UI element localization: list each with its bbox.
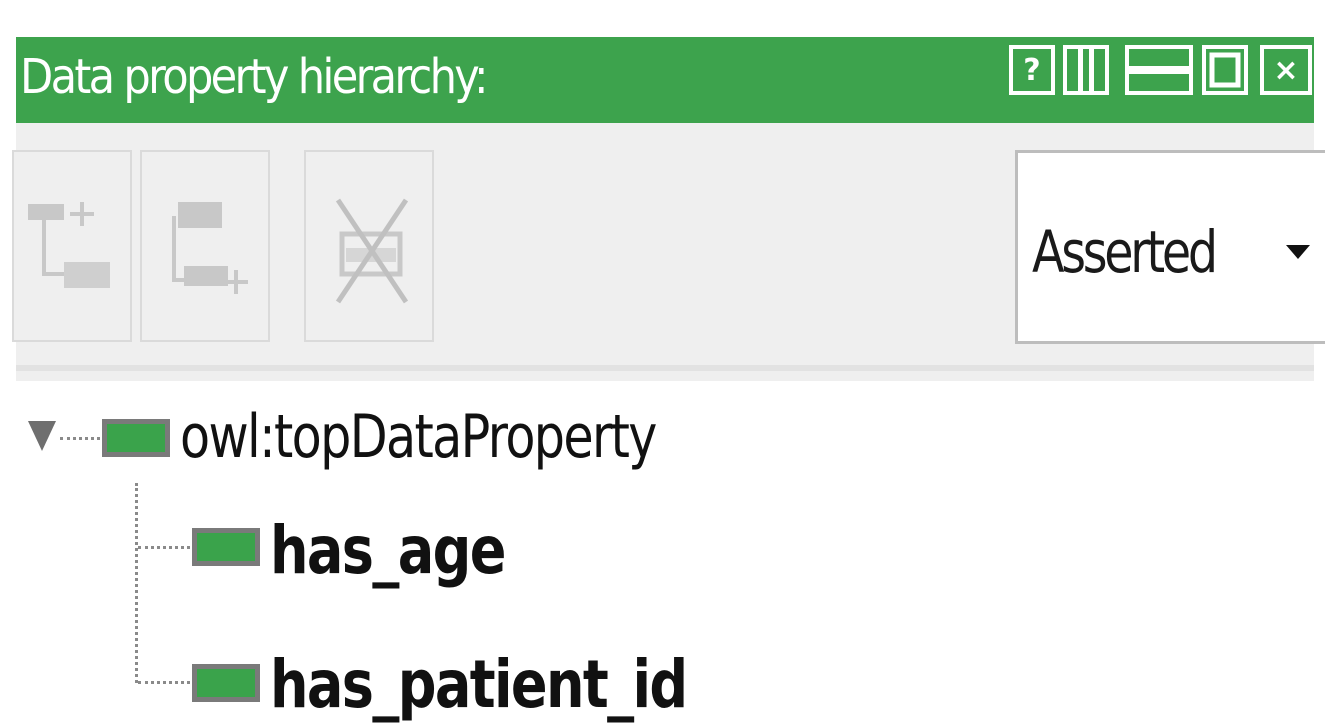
chevron-down-icon[interactable] <box>1286 245 1310 259</box>
minimize-icon[interactable] <box>1125 45 1193 95</box>
delete-property-icon <box>335 198 409 304</box>
tree-node-root[interactable]: owl:topDataProperty <box>180 395 657 479</box>
hierarchy-toolbar: Asserted <box>12 123 1325 381</box>
add-sibling-property-icon <box>172 202 248 294</box>
tree-connector <box>135 483 138 683</box>
add-sub-property-button[interactable] <box>12 150 132 342</box>
maximize-icon[interactable] <box>1202 45 1248 95</box>
panel-title: Data property hierarchy: <box>20 49 489 105</box>
data-property-icon <box>102 419 170 457</box>
tree-node-child[interactable]: has_patient_id <box>270 643 688 727</box>
close-icon[interactable]: × <box>1260 45 1312 95</box>
add-sibling-property-button[interactable] <box>140 150 270 342</box>
add-sub-property-icon <box>28 202 110 288</box>
toolbar-divider <box>16 365 1314 371</box>
pin-icon[interactable] <box>1063 45 1109 95</box>
expand-toggle-icon[interactable] <box>28 421 56 451</box>
panel-title-bar: Data property hierarchy: ? × <box>16 37 1314 123</box>
delete-property-button[interactable] <box>304 150 434 342</box>
property-tree: owl:topDataProperty has_age has_patient_… <box>0 381 1340 723</box>
data-property-icon <box>192 528 260 566</box>
data-property-icon <box>192 664 260 702</box>
tree-node-child[interactable]: has_age <box>270 509 506 593</box>
help-icon[interactable]: ? <box>1009 45 1055 95</box>
view-mode-value: Asserted <box>1032 218 1218 286</box>
tree-connector <box>60 437 100 440</box>
view-mode-select[interactable]: Asserted <box>1015 150 1325 344</box>
tree-connector <box>138 681 190 684</box>
tree-connector <box>138 546 190 549</box>
